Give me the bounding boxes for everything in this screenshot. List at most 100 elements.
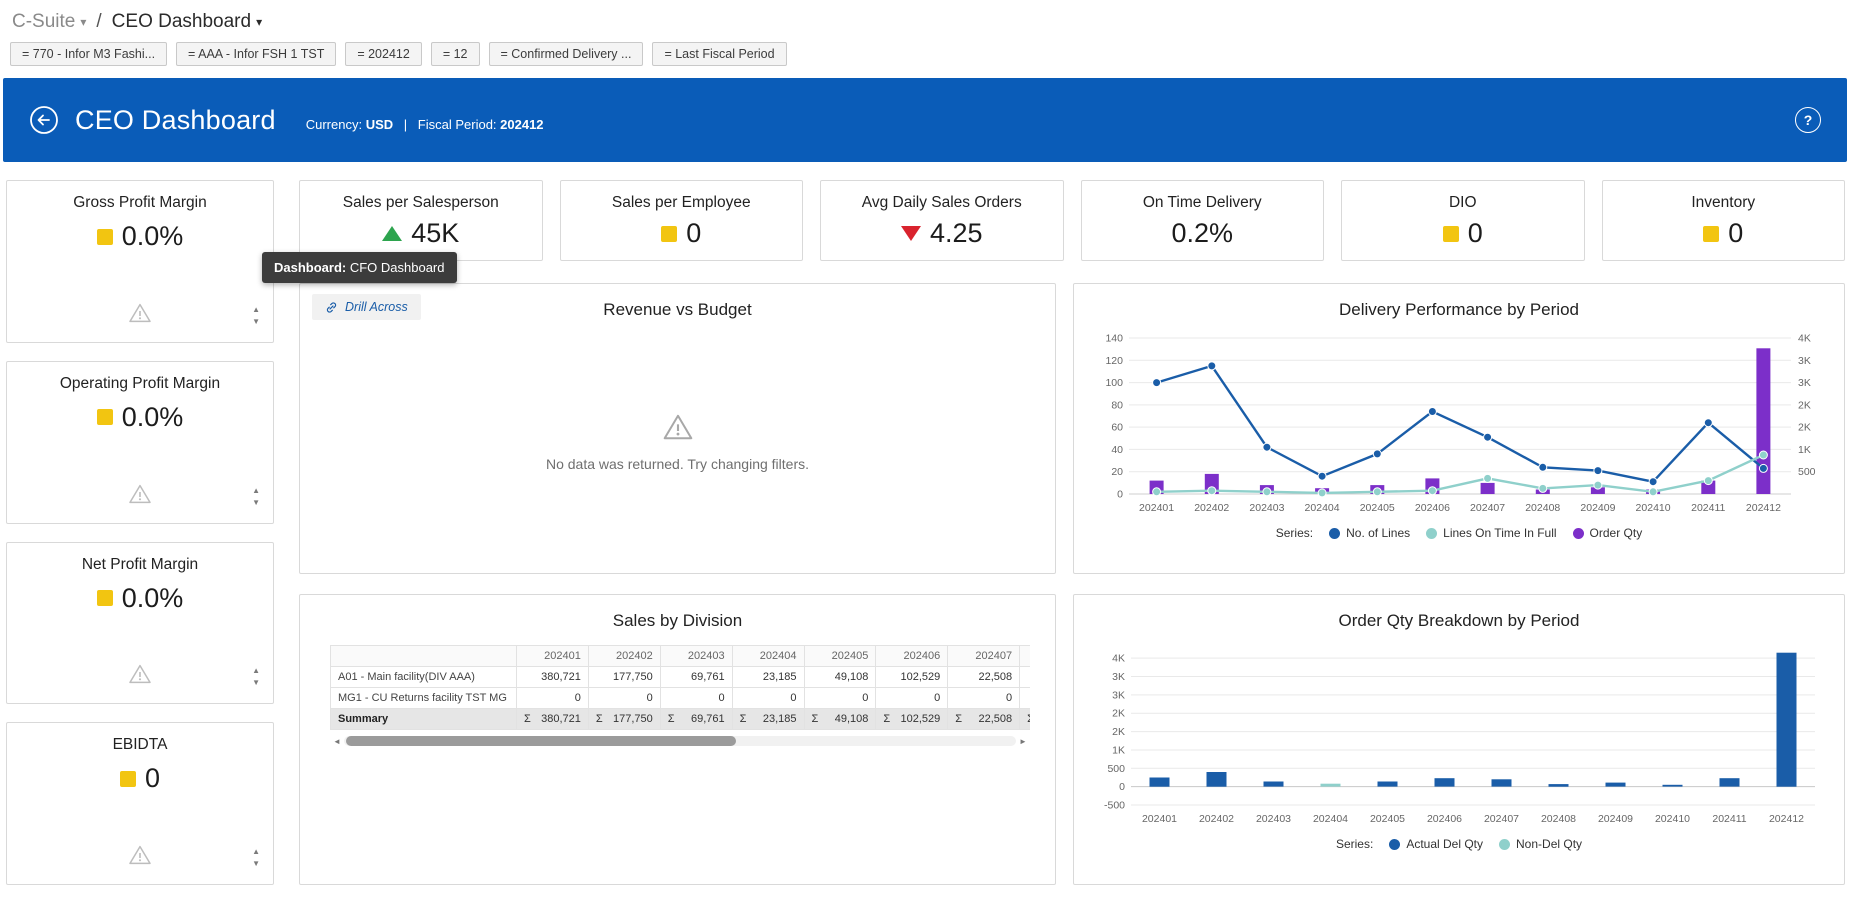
table-col-header[interactable]: 202404	[732, 646, 804, 667]
kpi-card-on-time-delivery[interactable]: On Time Delivery 0.2%	[1081, 180, 1325, 261]
filter-chip[interactable]: = 770 - Infor M3 Fashi...	[10, 42, 167, 66]
summary-cell: Σ22,508	[948, 709, 1020, 730]
kpi-card-ebidta[interactable]: EBIDTA 0 ▲▼	[6, 722, 274, 885]
back-button[interactable]	[29, 105, 59, 135]
svg-text:3K: 3K	[1112, 671, 1125, 683]
svg-text:80: 80	[1111, 399, 1123, 411]
table-cell: 102,529	[876, 667, 948, 688]
scroll-right-icon[interactable]: ►	[1016, 737, 1030, 746]
filter-chip[interactable]: = Confirmed Delivery ...	[489, 42, 644, 66]
no-data-text: No data was returned. Try changing filte…	[300, 456, 1055, 472]
kpi-card-gross-profit-margin[interactable]: Gross Profit Margin 0.0% ▲▼	[6, 180, 274, 343]
value-stepper[interactable]: ▲▼	[252, 487, 260, 507]
drill-across-button[interactable]: Drill Across	[312, 294, 421, 320]
legend-item-no-of-lines[interactable]: No. of Lines	[1329, 526, 1410, 540]
breadcrumb-root[interactable]: C-Suite ▾	[12, 11, 86, 33]
filter-chip[interactable]: = 202412	[345, 42, 421, 66]
svg-text:202403: 202403	[1256, 813, 1291, 825]
summary-label: Summary	[331, 709, 517, 730]
table-col-header[interactable]	[331, 646, 517, 667]
legend-item-actual-del-qty[interactable]: Actual Del Qty	[1389, 837, 1483, 851]
row-label: MG1 - CU Returns facility TST MG	[331, 688, 517, 709]
svg-text:202405: 202405	[1370, 813, 1405, 825]
step-up-icon[interactable]: ▲	[252, 667, 260, 675]
table-cell: 23,185	[732, 667, 804, 688]
step-down-icon[interactable]: ▼	[252, 679, 260, 687]
panel-delivery-performance: Delivery Performance by Period 020406080…	[1073, 283, 1845, 574]
svg-text:202411: 202411	[1691, 502, 1725, 514]
kpi-card-avg-daily-sales-orders[interactable]: Avg Daily Sales Orders 4.25	[820, 180, 1064, 261]
table-col-header[interactable]: 202401	[517, 646, 589, 667]
table-col-header[interactable]: 202402	[588, 646, 660, 667]
warning-icon	[128, 482, 152, 506]
kpi-value: 0.0%	[122, 583, 184, 614]
filter-chip[interactable]: = 12	[431, 42, 480, 66]
legend-dot-icon	[1426, 528, 1437, 539]
fiscal-period-value: 202412	[500, 117, 543, 132]
breadcrumb-current[interactable]: CEO Dashboard ▾	[112, 11, 262, 33]
sigma-icon: Σ	[524, 713, 531, 725]
status-square-icon	[1703, 226, 1719, 242]
kpi-card-dio[interactable]: DIO 0	[1341, 180, 1585, 261]
summary-row[interactable]: SummaryΣ380,721Σ177,750Σ69,761Σ23,185Σ49…	[331, 709, 1031, 730]
table-cell: 0	[948, 688, 1020, 709]
scroll-left-icon[interactable]: ◄	[330, 737, 344, 746]
table-scrollbar[interactable]: ◄ ►	[330, 735, 1030, 747]
order-qty-chart[interactable]: -50005001K2K2K3K3K4K20240120240220240320…	[1074, 641, 1844, 831]
data-table: 2024012024022024032024042024052024062024…	[330, 645, 1030, 730]
table-col-header[interactable]: 202407	[948, 646, 1020, 667]
table-row[interactable]: MG1 - CU Returns facility TST MG0000000	[331, 688, 1031, 709]
step-down-icon[interactable]: ▼	[252, 860, 260, 868]
step-up-icon[interactable]: ▲	[252, 306, 260, 314]
svg-text:140: 140	[1105, 333, 1123, 345]
delivery-performance-chart[interactable]: 0204060801001201405001K2K2K3K3K4K2024012…	[1074, 330, 1844, 520]
svg-text:1K: 1K	[1112, 744, 1125, 756]
panel-title: Order Qty Breakdown by Period	[1074, 595, 1844, 631]
step-down-icon[interactable]: ▼	[252, 318, 260, 326]
legend-item-order-qty[interactable]: Order Qty	[1573, 526, 1643, 540]
kpi-title: DIO	[1342, 181, 1584, 212]
page: { "breadcrumb": {"root": "C-Suite", "sep…	[0, 0, 1850, 903]
svg-text:-500: -500	[1104, 800, 1125, 812]
status-square-icon	[661, 226, 677, 242]
kpi-card-net-profit-margin[interactable]: Net Profit Margin 0.0% ▲▼	[6, 542, 274, 705]
panel-grid: Drill Across Revenue vs Budget No data w…	[299, 283, 1845, 885]
svg-text:3K: 3K	[1798, 355, 1811, 367]
sales-division-table[interactable]: 2024012024022024032024042024052024062024…	[330, 645, 1030, 730]
main-column: Sales per Salesperson 45KSales per Emplo…	[299, 180, 1845, 885]
filter-chip[interactable]: = Last Fiscal Period	[652, 42, 786, 66]
table-row[interactable]: A01 - Main facility(DIV AAA)380,721177,7…	[331, 667, 1031, 688]
kpi-title: Sales per Salesperson	[300, 181, 542, 212]
kpi-card-operating-profit-margin[interactable]: Operating Profit Margin 0.0% ▲▼	[6, 361, 274, 524]
step-up-icon[interactable]: ▲	[252, 487, 260, 495]
legend-label: Series:	[1336, 837, 1373, 851]
value-stepper[interactable]: ▲▼	[252, 848, 260, 868]
scrollbar-track[interactable]	[344, 736, 1016, 746]
svg-text:202411: 202411	[1712, 813, 1746, 825]
legend-item-lines-on-time-in-full[interactable]: Lines On Time In Full	[1426, 526, 1556, 540]
kpi-title: On Time Delivery	[1082, 181, 1324, 212]
kpi-card-sales-per-salesperson[interactable]: Sales per Salesperson 45K	[299, 180, 543, 261]
fiscal-period-label: Fiscal Period:	[418, 117, 497, 132]
scrollbar-thumb[interactable]	[346, 736, 736, 746]
svg-text:202404: 202404	[1313, 813, 1348, 825]
table-col-header[interactable]: 202403	[660, 646, 732, 667]
help-button[interactable]: ?	[1795, 107, 1821, 133]
filter-chip[interactable]: = AAA - Infor FSH 1 TST	[176, 42, 336, 66]
sigma-icon: Σ	[883, 713, 890, 725]
kpi-title: Inventory	[1603, 181, 1845, 212]
delivery-chart-svg: 0204060801001201405001K2K2K3K3K4K2024012…	[1089, 330, 1829, 520]
legend-item-non-del-qty[interactable]: Non-Del Qty	[1499, 837, 1582, 851]
kpi-card-sales-per-employee[interactable]: Sales per Employee 0	[560, 180, 804, 261]
value-stepper[interactable]: ▲▼	[252, 667, 260, 687]
table-col-header[interactable]: 202405	[804, 646, 876, 667]
table-col-header[interactable]: 202408	[1020, 646, 1030, 667]
kpi-value: 4.25	[930, 218, 983, 249]
svg-text:202408: 202408	[1525, 502, 1560, 514]
table-col-header[interactable]: 202406	[876, 646, 948, 667]
value-stepper[interactable]: ▲▼	[252, 306, 260, 326]
warning-icon	[128, 301, 152, 325]
step-up-icon[interactable]: ▲	[252, 848, 260, 856]
kpi-card-inventory[interactable]: Inventory 0	[1602, 180, 1846, 261]
step-down-icon[interactable]: ▼	[252, 499, 260, 507]
